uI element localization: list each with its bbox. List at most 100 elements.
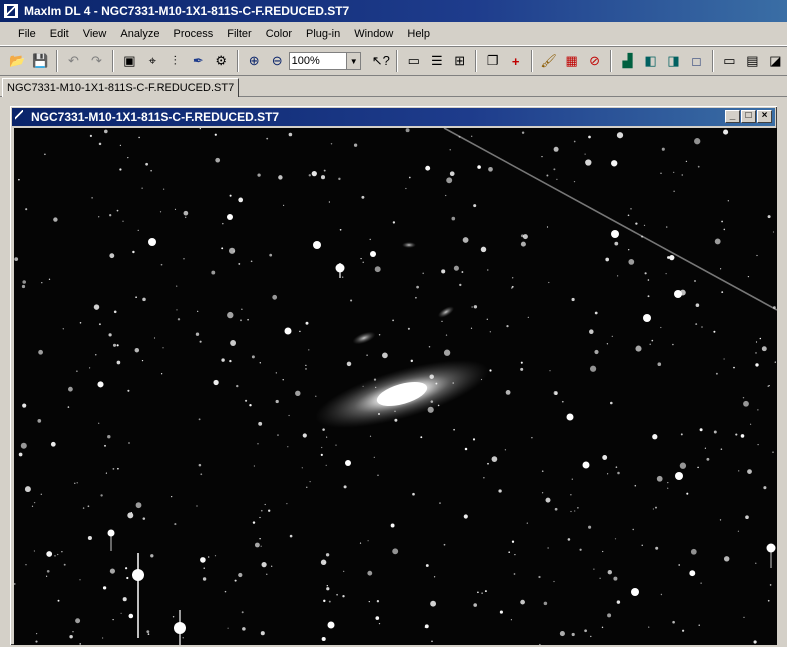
zoom-in-icon[interactable]: ⊕ [244, 50, 265, 72]
star [282, 379, 284, 381]
star [22, 280, 26, 284]
star [260, 545, 262, 547]
star [128, 613, 134, 619]
menu-filter[interactable]: Filter [221, 28, 257, 40]
star [346, 361, 352, 367]
star [221, 358, 225, 362]
star [489, 331, 491, 333]
star [67, 406, 70, 408]
image-icon[interactable]: ▣ [119, 50, 140, 72]
star [549, 370, 551, 372]
star [584, 629, 587, 633]
star [424, 624, 429, 629]
menu-help[interactable]: Help [401, 28, 436, 40]
tab-image[interactable]: NGC7331-M10-1X1-811S-C-F.REDUCED.ST7 [2, 78, 240, 97]
star [571, 478, 573, 480]
star [630, 208, 632, 210]
calibrate-icon[interactable]: ⊞ [449, 50, 470, 72]
zoom-out-icon[interactable]: ⊖ [267, 50, 288, 72]
menu-file[interactable]: File [12, 28, 42, 40]
star [405, 187, 407, 190]
star [766, 543, 776, 553]
square-icon[interactable]: □ [686, 50, 707, 72]
brush-icon[interactable]: 🖌 [538, 50, 559, 72]
menu-color[interactable]: Color [260, 28, 298, 40]
star [699, 428, 703, 432]
close-button[interactable]: × [757, 110, 772, 123]
star [678, 564, 681, 566]
menu-window[interactable]: Window [348, 28, 399, 40]
minimize-button[interactable]: _ [725, 110, 740, 123]
star [172, 615, 175, 618]
star [275, 399, 279, 404]
menu-view[interactable]: View [77, 28, 113, 40]
copy-icon[interactable]: ❐ [482, 50, 503, 72]
image-window-title-bar[interactable]: NGC7331-M10-1X1-811S-C-F.REDUCED.ST7 _ □… [12, 108, 775, 126]
star [266, 137, 269, 140]
star [763, 486, 767, 490]
star [202, 577, 207, 581]
star [240, 319, 242, 322]
pick-icon[interactable]: ✒ [188, 50, 209, 72]
star [183, 210, 189, 216]
star [437, 404, 440, 407]
window2-icon[interactable]: ▤ [742, 50, 763, 72]
star [570, 510, 572, 513]
star [590, 635, 592, 638]
star [632, 528, 634, 531]
save-icon[interactable]: 💾 [30, 50, 51, 72]
star [109, 568, 115, 574]
zoom-select[interactable]: 100% [288, 52, 346, 70]
grid-icon[interactable]: ▦ [561, 50, 582, 72]
redo-icon[interactable]: ↷ [86, 50, 107, 72]
star [657, 362, 662, 367]
star [607, 570, 612, 575]
window1-icon[interactable]: ▭ [719, 50, 740, 72]
menu-analyze[interactable]: Analyze [114, 28, 165, 40]
star [301, 467, 303, 469]
star [308, 174, 311, 177]
star [174, 523, 177, 526]
help-pointer-icon[interactable]: ↖? [370, 50, 391, 72]
menu-process[interactable]: Process [168, 28, 220, 40]
star [214, 133, 217, 136]
star [127, 512, 134, 519]
window3-icon[interactable]: ◪ [765, 50, 786, 72]
astro-image[interactable] [14, 128, 777, 645]
open-icon[interactable]: 📂 [7, 50, 28, 72]
undo-icon[interactable]: ↶ [63, 50, 84, 72]
maximize-button[interactable]: □ [741, 110, 756, 123]
menu-plugin[interactable]: Plug-in [300, 28, 346, 40]
star [720, 268, 722, 270]
star [735, 433, 738, 436]
star [182, 637, 184, 639]
star [504, 449, 507, 451]
settings-icon[interactable]: ⚙ [211, 50, 232, 72]
blink-icon[interactable]: ◧ [640, 50, 661, 72]
star [561, 400, 564, 403]
align-icon[interactable]: ⫶ [165, 50, 186, 72]
menu-edit[interactable]: Edit [44, 28, 75, 40]
star [673, 190, 675, 192]
star [241, 308, 243, 310]
swap-icon[interactable]: ◨ [663, 50, 684, 72]
star [607, 473, 609, 475]
chevron-down-icon[interactable]: ▼ [346, 52, 362, 70]
ruler-icon[interactable]: ▭ [403, 50, 424, 72]
star [302, 433, 307, 438]
star [40, 493, 42, 495]
no-icon[interactable]: ⊘ [584, 50, 605, 72]
star [46, 569, 50, 573]
stack-icon[interactable]: ☰ [426, 50, 447, 72]
crosshair-icon[interactable]: ⌖ [142, 50, 163, 72]
star [577, 507, 579, 509]
star [611, 160, 618, 167]
star [197, 310, 199, 312]
histogram-icon[interactable]: ▟ [617, 50, 638, 72]
star [461, 271, 464, 273]
star [109, 214, 112, 217]
crosshair-plus-icon[interactable]: + [505, 50, 526, 72]
star [79, 643, 81, 645]
star [556, 178, 558, 181]
star [674, 290, 682, 298]
